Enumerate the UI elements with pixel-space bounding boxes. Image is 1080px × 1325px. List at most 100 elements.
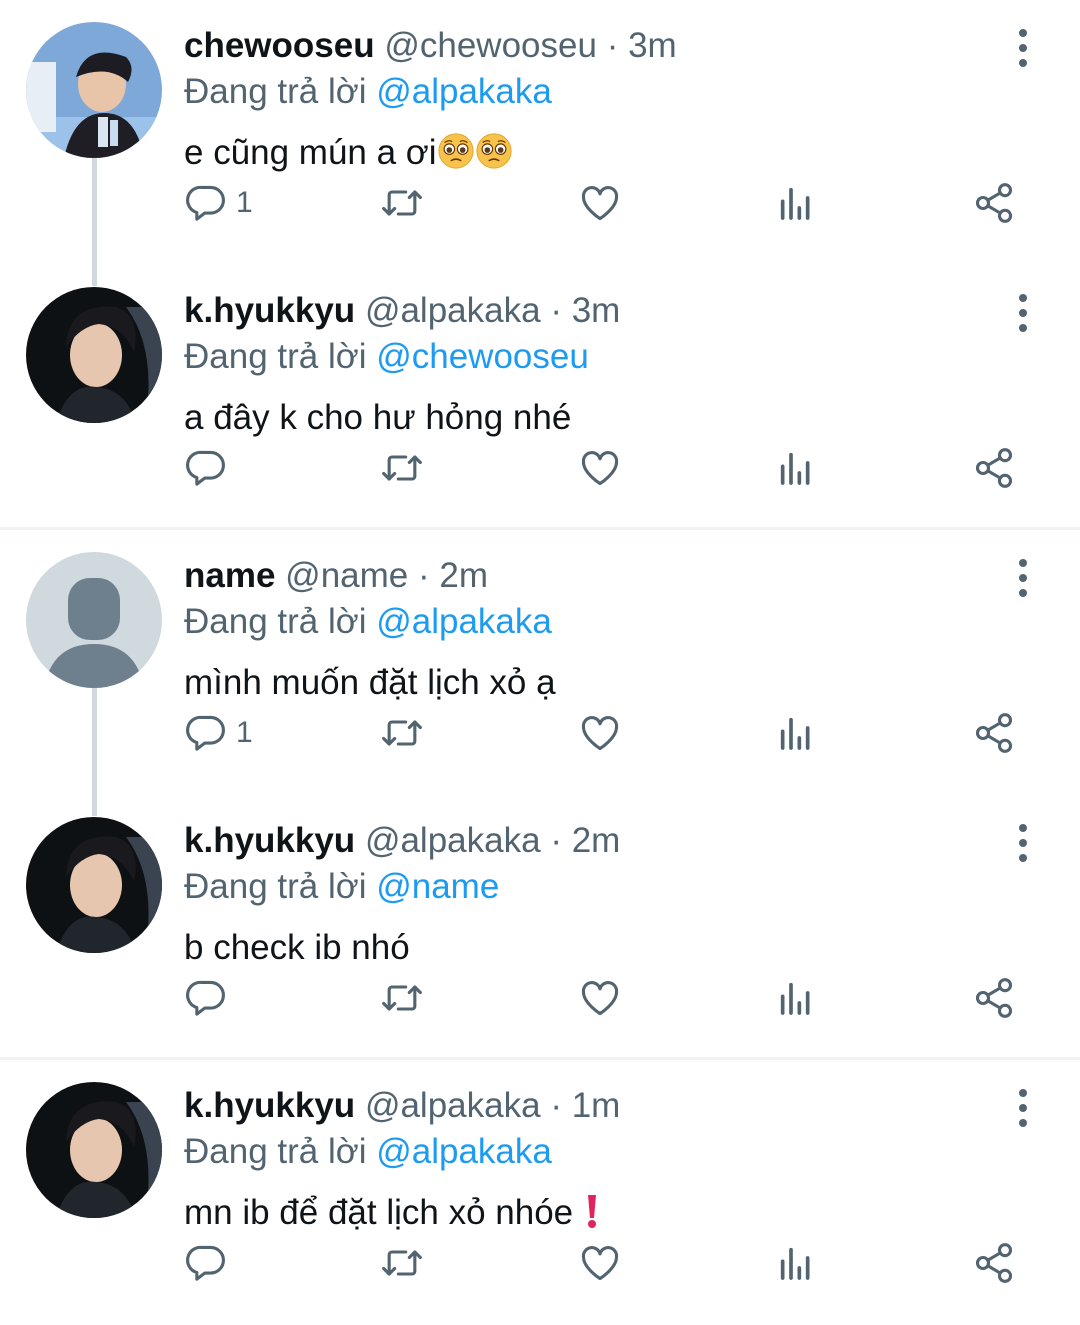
- retweet-button[interactable]: [380, 443, 424, 493]
- share-button[interactable]: [972, 973, 1016, 1023]
- pleading-face-emoji: [437, 132, 475, 170]
- retweet-icon: [380, 446, 424, 490]
- reply-button[interactable]: [184, 443, 236, 493]
- display-name[interactable]: k.hyukkyu: [184, 821, 355, 860]
- share-icon: [972, 446, 1016, 490]
- mention-link[interactable]: @alpakaka: [376, 1132, 552, 1171]
- display-name[interactable]: k.hyukkyu: [184, 291, 355, 330]
- more-icon[interactable]: [1006, 823, 1040, 863]
- action-bar: 1: [184, 708, 1044, 758]
- avatar[interactable]: [26, 22, 162, 158]
- more-icon[interactable]: [1006, 293, 1040, 333]
- mention-link[interactable]: @name: [376, 867, 499, 906]
- reply-prefix: Đang trả lời: [184, 1132, 367, 1171]
- display-name[interactable]: chewooseu: [184, 26, 375, 65]
- like-icon: [578, 1241, 622, 1285]
- share-icon: [972, 711, 1016, 755]
- photo-avatar-chewooseu: [26, 22, 162, 158]
- analytics-button[interactable]: [776, 708, 816, 758]
- handle[interactable]: @chewooseu: [384, 26, 597, 65]
- retweet-button[interactable]: [380, 178, 424, 228]
- avatar[interactable]: [26, 817, 162, 953]
- retweet-button[interactable]: [380, 708, 424, 758]
- timestamp[interactable]: · 3m: [550, 291, 620, 330]
- timestamp[interactable]: · 2m: [550, 821, 620, 860]
- timestamp[interactable]: · 2m: [418, 556, 488, 595]
- action-bar: 1: [184, 178, 1044, 228]
- timestamp[interactable]: · 1m: [550, 1086, 620, 1125]
- reply-count: 1: [236, 716, 253, 749]
- share-icon: [972, 1241, 1016, 1285]
- mention-link[interactable]: @alpakaka: [376, 602, 552, 641]
- handle[interactable]: @alpakaka: [365, 1086, 541, 1125]
- reply-prefix: Đang trả lời: [184, 337, 367, 376]
- reply-button[interactable]: 1: [184, 708, 253, 758]
- like-button[interactable]: [578, 1238, 622, 1288]
- like-button[interactable]: [578, 708, 622, 758]
- analytics-button[interactable]: [776, 1238, 816, 1288]
- display-name[interactable]: k.hyukkyu: [184, 1086, 355, 1125]
- share-button[interactable]: [972, 178, 1016, 228]
- more-icon[interactable]: [1006, 28, 1040, 68]
- reply-icon: [184, 181, 228, 225]
- like-button[interactable]: [578, 973, 622, 1023]
- like-button[interactable]: [578, 443, 622, 493]
- timestamp[interactable]: · 3m: [607, 26, 677, 65]
- tweet-text: e cũng mún a ơi: [184, 133, 437, 172]
- tweet-text: mn ib để đặt lịch xỏ nhóe: [184, 1193, 574, 1232]
- tweet-text: mình muốn đặt lịch xỏ ạ: [184, 663, 556, 702]
- share-button[interactable]: [972, 443, 1016, 493]
- tweet[interactable]: k.hyukkyu @alpakaka · 2m Đang trả lời @n…: [0, 795, 1080, 1060]
- reply-prefix: Đang trả lời: [184, 602, 367, 641]
- tweet[interactable]: k.hyukkyu @alpakaka · 1m Đang trả lời @a…: [0, 1060, 1080, 1325]
- handle[interactable]: @name: [285, 556, 408, 595]
- share-button[interactable]: [972, 708, 1016, 758]
- retweet-icon: [380, 711, 424, 755]
- retweet-button[interactable]: [380, 973, 424, 1023]
- analytics-button[interactable]: [776, 973, 816, 1023]
- analytics-button[interactable]: [776, 178, 816, 228]
- like-icon: [578, 181, 622, 225]
- mention-link[interactable]: @chewooseu: [376, 337, 589, 376]
- reply-icon: [184, 1241, 228, 1285]
- analytics-icon: [776, 1243, 816, 1283]
- handle[interactable]: @alpakaka: [365, 291, 541, 330]
- tweet-text: b check ib nhó: [184, 928, 410, 967]
- analytics-icon: [776, 713, 816, 753]
- reply-button[interactable]: [184, 973, 236, 1023]
- share-icon: [972, 976, 1016, 1020]
- retweet-button[interactable]: [380, 1238, 424, 1288]
- avatar[interactable]: [26, 1082, 162, 1218]
- mention-link[interactable]: @alpakaka: [376, 72, 552, 111]
- like-icon: [578, 976, 622, 1020]
- tweet[interactable]: name @name · 2m Đang trả lời @alpakaka m…: [0, 530, 1080, 795]
- reply-button[interactable]: [184, 1238, 236, 1288]
- analytics-icon: [776, 978, 816, 1018]
- retweet-icon: [380, 976, 424, 1020]
- reply-icon: [184, 711, 228, 755]
- like-button[interactable]: [578, 178, 622, 228]
- reply-button[interactable]: 1: [184, 178, 253, 228]
- display-name[interactable]: name: [184, 556, 275, 595]
- action-bar: [184, 973, 1044, 1023]
- reply-prefix: Đang trả lời: [184, 72, 367, 111]
- avatar[interactable]: [26, 287, 162, 423]
- photo-avatar-khyukkyu: [26, 1082, 162, 1218]
- tweet[interactable]: chewooseu @chewooseu · 3m Đang trả lời @…: [0, 0, 1080, 265]
- analytics-button[interactable]: [776, 443, 816, 493]
- like-icon: [578, 446, 622, 490]
- analytics-icon: [776, 183, 816, 223]
- handle[interactable]: @alpakaka: [365, 821, 541, 860]
- avatar[interactable]: [26, 552, 162, 688]
- reply-icon: [184, 976, 228, 1020]
- more-icon[interactable]: [1006, 558, 1040, 598]
- default-avatar: [26, 552, 162, 688]
- reply-count: 1: [236, 186, 253, 219]
- photo-avatar-khyukkyu: [26, 287, 162, 423]
- retweet-icon: [380, 181, 424, 225]
- share-button[interactable]: [972, 1238, 1016, 1288]
- tweet-text: a đây k cho hư hỏng nhé: [184, 398, 572, 437]
- more-icon[interactable]: [1006, 1088, 1040, 1128]
- reply-prefix: Đang trả lời: [184, 867, 367, 906]
- tweet[interactable]: k.hyukkyu @alpakaka · 3m Đang trả lời @c…: [0, 265, 1080, 530]
